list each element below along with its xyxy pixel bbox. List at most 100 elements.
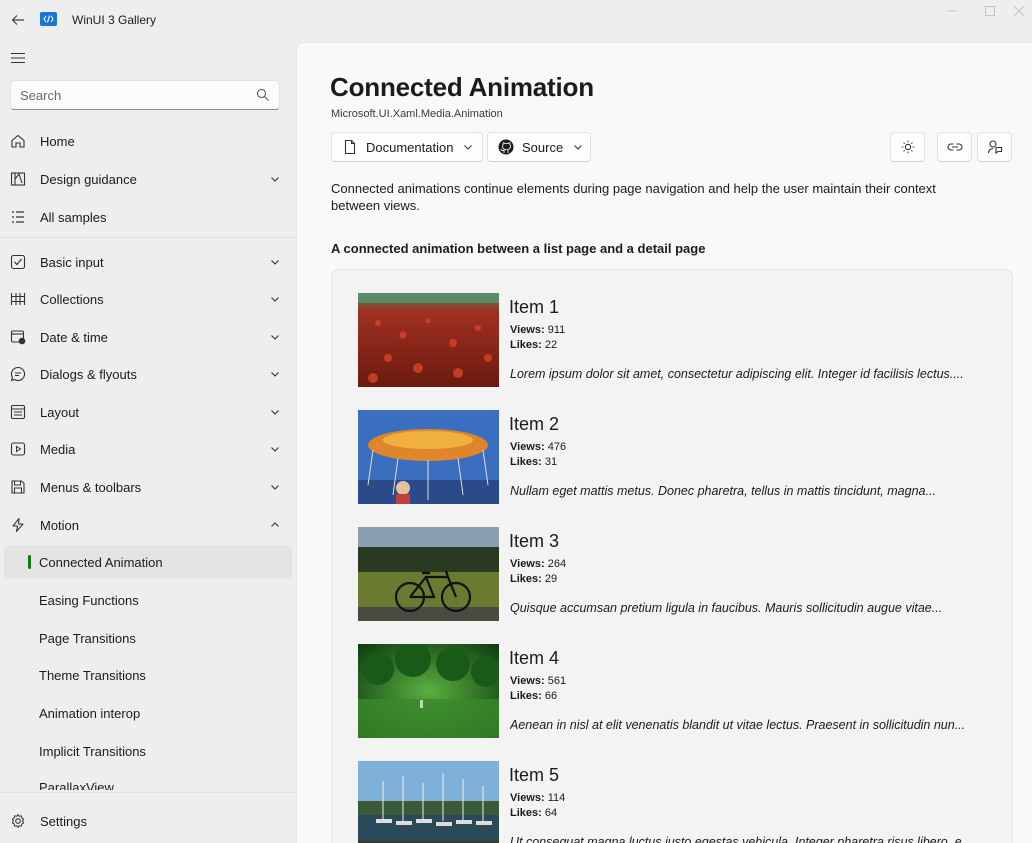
nav-item-implicit-transitions[interactable]: Implicit Transitions: [4, 734, 292, 768]
list-item[interactable]: Item 3 Views: 264 Likes: 29 Quisque accu…: [358, 527, 998, 623]
nav-item-label: Design guidance: [40, 172, 137, 187]
app-title: WinUI 3 Gallery: [72, 13, 157, 27]
nav-item-layout[interactable]: Layout: [4, 395, 292, 429]
feedback-button[interactable]: [977, 132, 1012, 162]
chevron-down-icon: [271, 447, 279, 452]
close-button[interactable]: [1005, 0, 1032, 22]
nav-item-menus-toolbars[interactable]: Menus & toolbars: [4, 470, 292, 504]
nav-divider: [0, 237, 296, 238]
maximize-icon: [985, 6, 995, 16]
item-title: Item 4: [509, 648, 560, 668]
chevron-down-icon: [464, 145, 473, 150]
search-box[interactable]: [10, 80, 280, 110]
documentation-dropdown-button[interactable]: Documentation: [331, 132, 483, 162]
nav-item-easing-functions[interactable]: Easing Functions: [4, 583, 292, 617]
nav-item-label: Menus & toolbars: [40, 480, 142, 495]
brightness-icon: [901, 140, 914, 154]
chevron-up-icon: [271, 522, 279, 527]
item-title: Item 1: [509, 297, 560, 317]
list-item[interactable]: Item 5 Views: 114 Likes: 64 Ut consequat…: [358, 761, 998, 843]
source-label: Source: [522, 139, 564, 155]
chevron-down-icon: [271, 177, 279, 182]
item-views: Views: 476: [510, 441, 567, 453]
calendar-clock-icon: [10, 330, 26, 345]
nav-item-all-samples[interactable]: All samples: [4, 200, 292, 234]
source-dropdown-button[interactable]: Source: [487, 132, 591, 162]
item-likes: Likes: 29: [510, 573, 558, 585]
item-thumbnail: [358, 293, 499, 387]
nav-item-page-transitions[interactable]: Page Transitions: [4, 621, 292, 655]
item-description: Ut consequat magna luctus justo egestas …: [510, 835, 973, 843]
documentation-label: Documentation: [366, 139, 454, 155]
media-icon: [10, 442, 26, 456]
search-icon[interactable]: [256, 88, 270, 102]
sample-card: Item 1 Views: 911 Likes: 22 Lorem ipsum …: [331, 269, 1013, 843]
nav-item-dialogs-flyouts[interactable]: Dialogs & flyouts: [4, 357, 292, 391]
nav-item-date-time[interactable]: Date & time: [4, 320, 292, 354]
nav-item-home[interactable]: Home: [4, 124, 292, 158]
gear-icon: [11, 814, 25, 828]
nav-item-label: Theme Transitions: [39, 668, 146, 683]
back-button[interactable]: [4, 6, 32, 34]
nav-item-theme-transitions[interactable]: Theme Transitions: [4, 658, 292, 692]
chevron-down-icon: [271, 335, 279, 340]
item-thumbnail: [358, 761, 499, 843]
hamburger-icon: [11, 52, 25, 64]
nav-item-label: Easing Functions: [39, 593, 139, 608]
nav-item-label: Implicit Transitions: [39, 744, 146, 759]
list-icon: [12, 211, 24, 223]
chevron-down-icon: [271, 297, 279, 302]
nav-item-label: Animation interop: [39, 706, 141, 721]
item-thumbnail: [358, 410, 499, 504]
list-item[interactable]: Item 2 Views: 476 Likes: 31 Nullam eget …: [358, 410, 998, 506]
item-description: Quisque accumsan pretium ligula in fauci…: [510, 601, 943, 615]
minimize-button[interactable]: [932, 0, 972, 22]
nav-item-parallaxview[interactable]: ParallaxView: [0, 780, 296, 790]
list-item[interactable]: Item 4 Views: 561 Likes: 66 Aenean in ni…: [358, 644, 998, 740]
layout-icon: [10, 404, 26, 420]
nav-item-collections[interactable]: Collections: [4, 282, 292, 316]
chevron-down-icon: [271, 485, 279, 490]
theme-toggle-button[interactable]: [890, 132, 925, 162]
link-icon: [947, 143, 962, 151]
nav-item-motion[interactable]: Motion: [4, 508, 292, 542]
nav-item-label: Basic input: [40, 255, 104, 270]
item-views: Views: 114: [510, 792, 566, 804]
nav-item-label: Media: [40, 442, 76, 457]
minimize-icon: [947, 10, 957, 12]
item-title: Item 5: [509, 765, 560, 785]
feedback-icon: [987, 140, 1002, 155]
item-description: Aenean in nisl at elit venenatis blandit…: [510, 718, 966, 732]
nav-item-animation-interop[interactable]: Animation interop: [4, 696, 292, 730]
nav-item-media[interactable]: Media: [4, 432, 292, 466]
motion-icon: [12, 517, 24, 533]
section-heading: A connected animation between a list pag…: [331, 241, 706, 256]
menu-toggle-button[interactable]: [6, 46, 30, 70]
save-icon: [11, 480, 25, 494]
search-input[interactable]: [20, 81, 250, 109]
nav-item-label: Motion: [40, 518, 80, 533]
maximize-button[interactable]: [970, 0, 1010, 22]
list-item[interactable]: Item 1 Views: 911 Likes: 22 Lorem ipsum …: [358, 293, 998, 389]
nav-item-label: Home: [40, 134, 75, 149]
nav-item-label: Date & time: [40, 330, 108, 345]
nav-item-design-guidance[interactable]: Design guidance: [4, 162, 292, 196]
navigation-pane: Home Design guidance All samples Basic i…: [0, 40, 296, 843]
nav-divider: [0, 792, 296, 793]
nav-item-connected-animation[interactable]: Connected Animation: [4, 545, 292, 579]
item-likes: Likes: 22: [510, 339, 558, 351]
github-icon: [498, 139, 514, 155]
page-description: Connected animations continue elements d…: [331, 181, 936, 213]
item-description: Nullam eget mattis metus. Donec pharetra…: [510, 484, 936, 498]
nav-item-settings[interactable]: Settings: [4, 804, 292, 838]
item-likes: Likes: 64: [510, 807, 558, 819]
design-guidance-icon: [10, 172, 26, 186]
copy-link-button[interactable]: [937, 132, 972, 162]
item-views: Views: 911: [510, 324, 566, 336]
nav-item-basic-input[interactable]: Basic input: [4, 245, 292, 279]
title-bar: WinUI 3 Gallery: [0, 0, 1032, 40]
item-views: Views: 264: [510, 558, 567, 570]
nav-item-label: Layout: [40, 405, 80, 420]
nav-item-label: Page Transitions: [39, 631, 136, 646]
item-likes: Likes: 31: [510, 456, 558, 468]
